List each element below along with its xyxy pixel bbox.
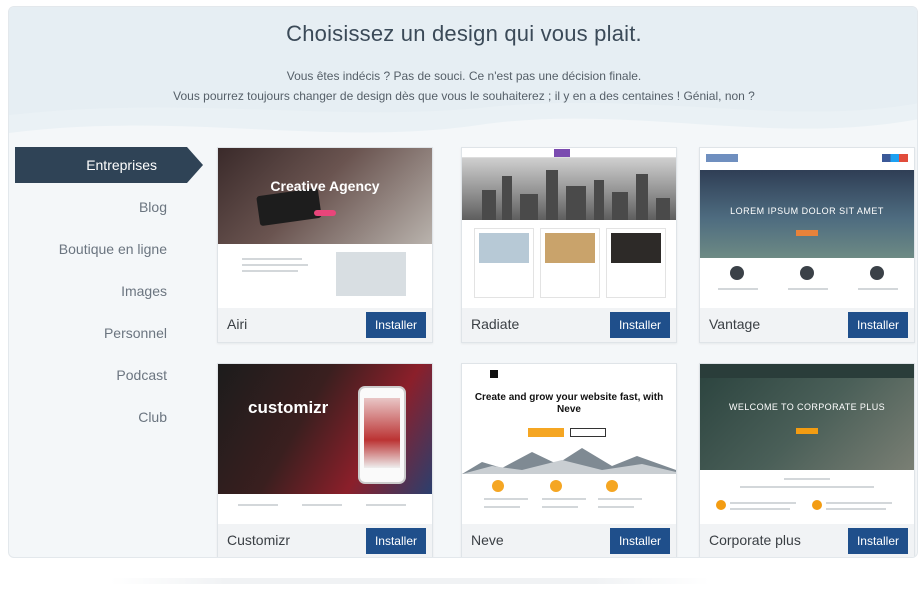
page-title: Choisissez un design qui vous plait. [286, 21, 642, 46]
theme-card-radiate[interactable]: Radiate Installer [461, 147, 677, 343]
preview-text: WELCOME TO CORPORATE PLUS [728, 402, 886, 412]
theme-preview-neve[interactable]: Create and grow your website fast, with … [462, 364, 676, 524]
theme-preview-corporate-plus[interactable]: WELCOME TO CORPORATE PLUS [700, 364, 914, 524]
theme-card-airi[interactable]: Creative Agency Airi Installer [217, 147, 433, 343]
theme-preview-customizr[interactable]: customizr [218, 364, 432, 524]
page-subtitle-line-1: Vous êtes indécis ? Pas de souci. Ce n'e… [286, 69, 642, 83]
category-sidebar: Entreprises Blog Boutique en ligne Image… [15, 147, 215, 441]
mountain-image [462, 448, 676, 474]
category-blog[interactable]: Blog [15, 189, 215, 225]
install-button-radiate[interactable]: Installer [609, 312, 670, 338]
theme-name: Corporate plus [709, 532, 801, 548]
category-boutique-en-ligne[interactable]: Boutique en ligne [15, 231, 215, 267]
preview-text: customizr [248, 398, 329, 417]
install-button-corporate-plus[interactable]: Installer [847, 528, 908, 554]
theme-card-corporate-plus[interactable]: WELCOME TO CORPORATE PLUS Corporate plus… [699, 363, 915, 557]
theme-card-vantage[interactable]: LOREM IPSUM DOLOR SIT AMET Vantage Insta… [699, 147, 915, 343]
theme-name: Vantage [709, 316, 761, 332]
category-club[interactable]: Club [15, 399, 215, 435]
install-button-customizr[interactable]: Installer [365, 528, 426, 554]
theme-preview-vantage[interactable]: LOREM IPSUM DOLOR SIT AMET [700, 148, 914, 308]
category-personnel[interactable]: Personnel [15, 315, 215, 351]
category-images[interactable]: Images [15, 273, 215, 309]
preview-text: Create and grow your website fast, with … [474, 392, 664, 415]
theme-name: Airi [227, 316, 248, 332]
preview-text: LOREM IPSUM DOLOR SIT AMET [730, 206, 884, 216]
theme-card-customizr[interactable]: customizr Customizr Installer [217, 363, 433, 557]
install-button-airi[interactable]: Installer [365, 312, 426, 338]
theme-preview-airi[interactable]: Creative Agency [218, 148, 432, 308]
theme-card-neve[interactable]: Create and grow your website fast, with … [461, 363, 677, 557]
theme-name: Neve [471, 532, 504, 548]
preview-text: Creative Agency [270, 178, 380, 194]
install-button-vantage[interactable]: Installer [847, 312, 908, 338]
page-subtitle-line-2: Vous pourrez toujours changer de design … [173, 89, 755, 103]
category-podcast[interactable]: Podcast [15, 357, 215, 393]
category-entreprises[interactable]: Entreprises [15, 147, 203, 183]
theme-name: Customizr [227, 532, 291, 548]
theme-name: Radiate [471, 316, 520, 332]
theme-selection-panel: Choisissez un design qui vous plait. Vou… [8, 6, 918, 558]
install-button-neve[interactable]: Installer [609, 528, 670, 554]
blurred-footer-text [110, 578, 710, 584]
theme-preview-radiate[interactable] [462, 148, 676, 308]
